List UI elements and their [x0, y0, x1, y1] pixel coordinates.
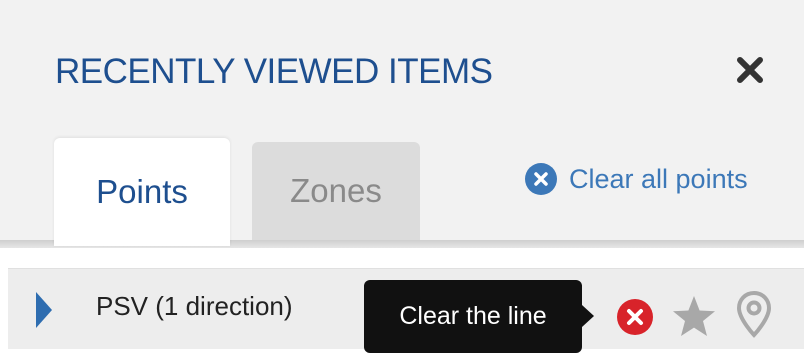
star-icon: [673, 296, 715, 336]
tooltip-arrow: [582, 305, 594, 327]
favorite-button[interactable]: [672, 295, 716, 337]
tooltip-text: Clear the line: [399, 302, 547, 330]
caret-right-icon: [36, 292, 52, 328]
clear-all-points-label: Clear all points: [569, 163, 748, 194]
tab-points[interactable]: Points: [54, 138, 230, 246]
tab-points-label: Points: [96, 173, 188, 210]
clear-all-points-link[interactable]: Clear all points: [525, 163, 748, 195]
tab-zones[interactable]: Zones: [252, 142, 420, 240]
tooltip: Clear the line: [364, 280, 582, 353]
expand-button[interactable]: [34, 290, 54, 335]
close-icon: [737, 57, 763, 83]
close-button[interactable]: [730, 50, 770, 90]
clear-circle-red-icon: [627, 309, 643, 325]
clear-line-button[interactable]: [617, 299, 653, 335]
panel-title: RECENTLY VIEWED ITEMS: [55, 52, 493, 91]
location-button[interactable]: [737, 291, 771, 339]
map-pin-icon: [737, 291, 771, 338]
clear-circle-icon: [525, 163, 557, 195]
list-item-label: PSV (1 direction): [96, 291, 293, 321]
tab-zones-label: Zones: [290, 172, 382, 209]
